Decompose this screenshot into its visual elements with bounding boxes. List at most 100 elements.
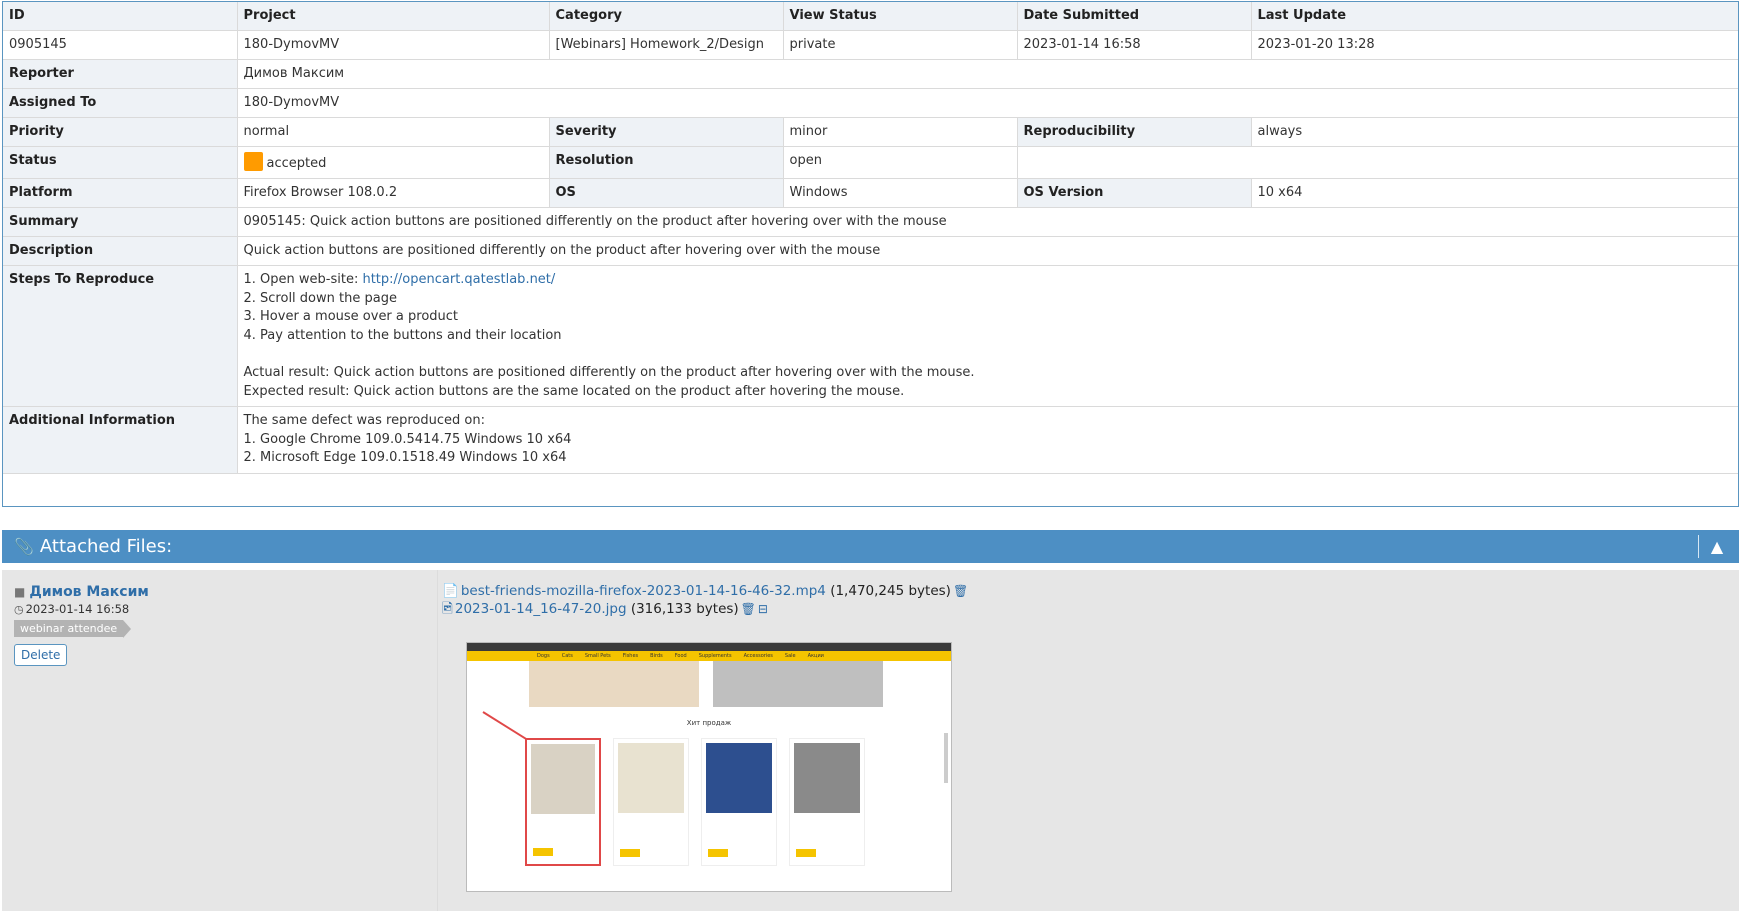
image-file-icon: 🖻 <box>442 601 453 617</box>
date-submitted-header: Date Submitted <box>1017 2 1252 31</box>
preview-product-highlighted <box>525 738 601 866</box>
summary-row: Summary 0905145: Quick action buttons ar… <box>3 207 1738 237</box>
values-row: 0905145 180-DymovMV [Webinars] Homework_… <box>3 30 1738 60</box>
description-row: Description Quick action buttons are pos… <box>3 236 1738 266</box>
issue-details-table: ID Project Category View Status Date Sub… <box>3 2 1738 506</box>
platform-value: Firefox Browser 108.0.2 <box>237 178 550 208</box>
platform-row: Platform Firefox Browser 108.0.2 OS Wind… <box>3 178 1738 208</box>
assigned-row: Assigned To 180-DymovMV <box>3 88 1738 118</box>
attached-files-header: 📎 Attached Files: ▲ <box>2 530 1739 563</box>
summary-value: 0905145: Quick action buttons are positi… <box>237 207 1738 237</box>
file-link-jpg[interactable]: 2023-01-14_16-47-20.jpg <box>455 601 627 617</box>
delete-button[interactable]: Delete <box>14 644 68 666</box>
status-row-empty <box>1017 146 1738 179</box>
spacer-row <box>3 472 1738 506</box>
author-row: ■ Димов Максим <box>14 584 425 600</box>
minus-square-icon[interactable]: ⊟ <box>758 602 768 616</box>
chevron-up-icon[interactable]: ▲ <box>1705 530 1729 563</box>
expected-result: Expected result: Quick action buttons ar… <box>243 383 905 399</box>
reproducibility-label: Reproducibility <box>1017 117 1252 147</box>
steps-gap <box>244 345 1733 364</box>
step-2: 2. Scroll down the page <box>243 290 397 306</box>
priority-row: Priority normal Severity minor Reproduci… <box>3 117 1738 147</box>
preview-nav-item: Sale <box>784 653 796 659</box>
file-icon: 📄 <box>442 583 459 599</box>
paperclip-icon: 📎 <box>14 537 34 556</box>
view-status-header: View Status <box>783 2 1018 31</box>
preview-nav-item: Birds <box>650 653 663 659</box>
product-image <box>706 743 772 813</box>
clock-icon: ◷ <box>14 603 24 616</box>
trash-icon[interactable]: 🗑 <box>953 584 968 598</box>
file-item: 🖻 2023-01-14_16-47-20.jpg (316,133 bytes)… <box>442 600 1732 618</box>
attachment-files-column: 📄 best-friends-mozilla-firefox-2023-01-14… <box>442 582 1732 618</box>
trash-icon[interactable]: 🗑 <box>741 602 756 616</box>
priority-label: Priority <box>3 117 238 147</box>
step-1-text: 1. Open web-site: <box>243 272 363 287</box>
additional-row: Additional Information The same defect w… <box>3 406 1738 474</box>
priority-value: normal <box>237 117 550 147</box>
preview-nav-item: Food <box>674 653 687 659</box>
issue-details-panel: ID Project Category View Status Date Sub… <box>2 1 1739 507</box>
preview-nav-item: Accessories <box>743 653 773 659</box>
buy-button <box>620 849 640 857</box>
file-size: (1,470,245 bytes) <box>830 583 951 599</box>
os-version-value: 10 x64 <box>1251 178 1738 208</box>
status-color-badge <box>243 152 263 171</box>
status-row: Status accepted Resolution open <box>3 146 1738 179</box>
description-value: Quick action buttons are positioned diff… <box>237 236 1738 266</box>
date-submitted-value: 2023-01-14 16:58 <box>1017 30 1252 60</box>
step-4: 4. Pay attention to the buttons and thei… <box>243 327 562 343</box>
steps-row: Steps To Reproduce 1. Open web-site: htt… <box>3 264 1738 407</box>
os-value: Windows <box>783 178 1018 208</box>
preview-nav-item: Акции <box>807 653 824 659</box>
image-preview[interactable]: Dogs Cats Small Pets Fishes Birds Food S… <box>466 642 952 892</box>
file-item: 📄 best-friends-mozilla-firefox-2023-01-14… <box>442 582 1732 600</box>
delete-row: Delete <box>14 637 425 666</box>
resolution-label: Resolution <box>549 146 784 179</box>
steps-label: Steps To Reproduce <box>3 264 238 407</box>
reporter-label: Reporter <box>3 59 238 89</box>
attachment-author-column: ■ Димов Максим ◷ 2023-01-14 16:58 webinar … <box>2 570 438 911</box>
preview-banner <box>529 661 699 707</box>
severity-label: Severity <box>549 117 784 147</box>
attachment-date: 2023-01-14 16:58 <box>25 602 130 616</box>
assigned-label: Assigned To <box>3 88 238 118</box>
preview-product <box>613 738 689 866</box>
preview-nav-item: Dogs <box>537 653 550 659</box>
preview-nav-item: Small Pets <box>584 653 611 659</box>
steps-value: 1. Open web-site: http://opencart.qatest… <box>237 264 1738 407</box>
additional-value: The same defect was reproduced on: 1. Go… <box>237 406 1738 474</box>
author-link[interactable]: Димов Максим <box>29 584 149 600</box>
os-label: OS <box>549 178 784 208</box>
step-1: 1. Open web-site: http://opencart.qatest… <box>244 271 1733 290</box>
preview-banner <box>713 661 883 707</box>
last-update-value: 2023-01-20 13:28 <box>1251 30 1738 60</box>
view-status-value: private <box>783 30 1018 60</box>
last-update-header: Last Update <box>1251 2 1738 31</box>
file-size: (316,133 bytes) <box>630 601 739 617</box>
buy-button <box>796 849 816 857</box>
status-value-cell: accepted <box>237 146 550 179</box>
preview-nav-item: Fishes <box>622 653 639 659</box>
id-header: ID <box>3 2 238 31</box>
actual-result: Actual result: Quick action buttons are … <box>243 364 975 380</box>
resolution-value: open <box>783 146 1018 179</box>
attached-files-title: Attached Files: <box>39 536 173 557</box>
product-image <box>618 743 684 813</box>
project-header: Project <box>237 2 550 31</box>
preview-scrollbar <box>944 733 948 783</box>
preview-product <box>789 738 865 866</box>
reproducibility-value: always <box>1251 117 1738 147</box>
preview-browser-bar <box>467 643 951 651</box>
header-row: ID Project Category View Status Date Sub… <box>3 2 1738 31</box>
reporter-value: Димов Максим <box>237 59 1738 89</box>
spacer-cell <box>3 472 1738 506</box>
assigned-value: 180-DymovMV <box>237 88 1738 118</box>
platform-label: Platform <box>3 178 238 208</box>
file-link-mp4[interactable]: best-friends-mozilla-firefox-2023-01-14-… <box>461 583 826 599</box>
opencart-link[interactable]: http://opencart.qatestlab.net/ <box>362 272 555 287</box>
preview-section-title: Хит продаж <box>686 719 732 727</box>
category-header: Category <box>549 2 784 31</box>
product-image <box>794 743 860 813</box>
